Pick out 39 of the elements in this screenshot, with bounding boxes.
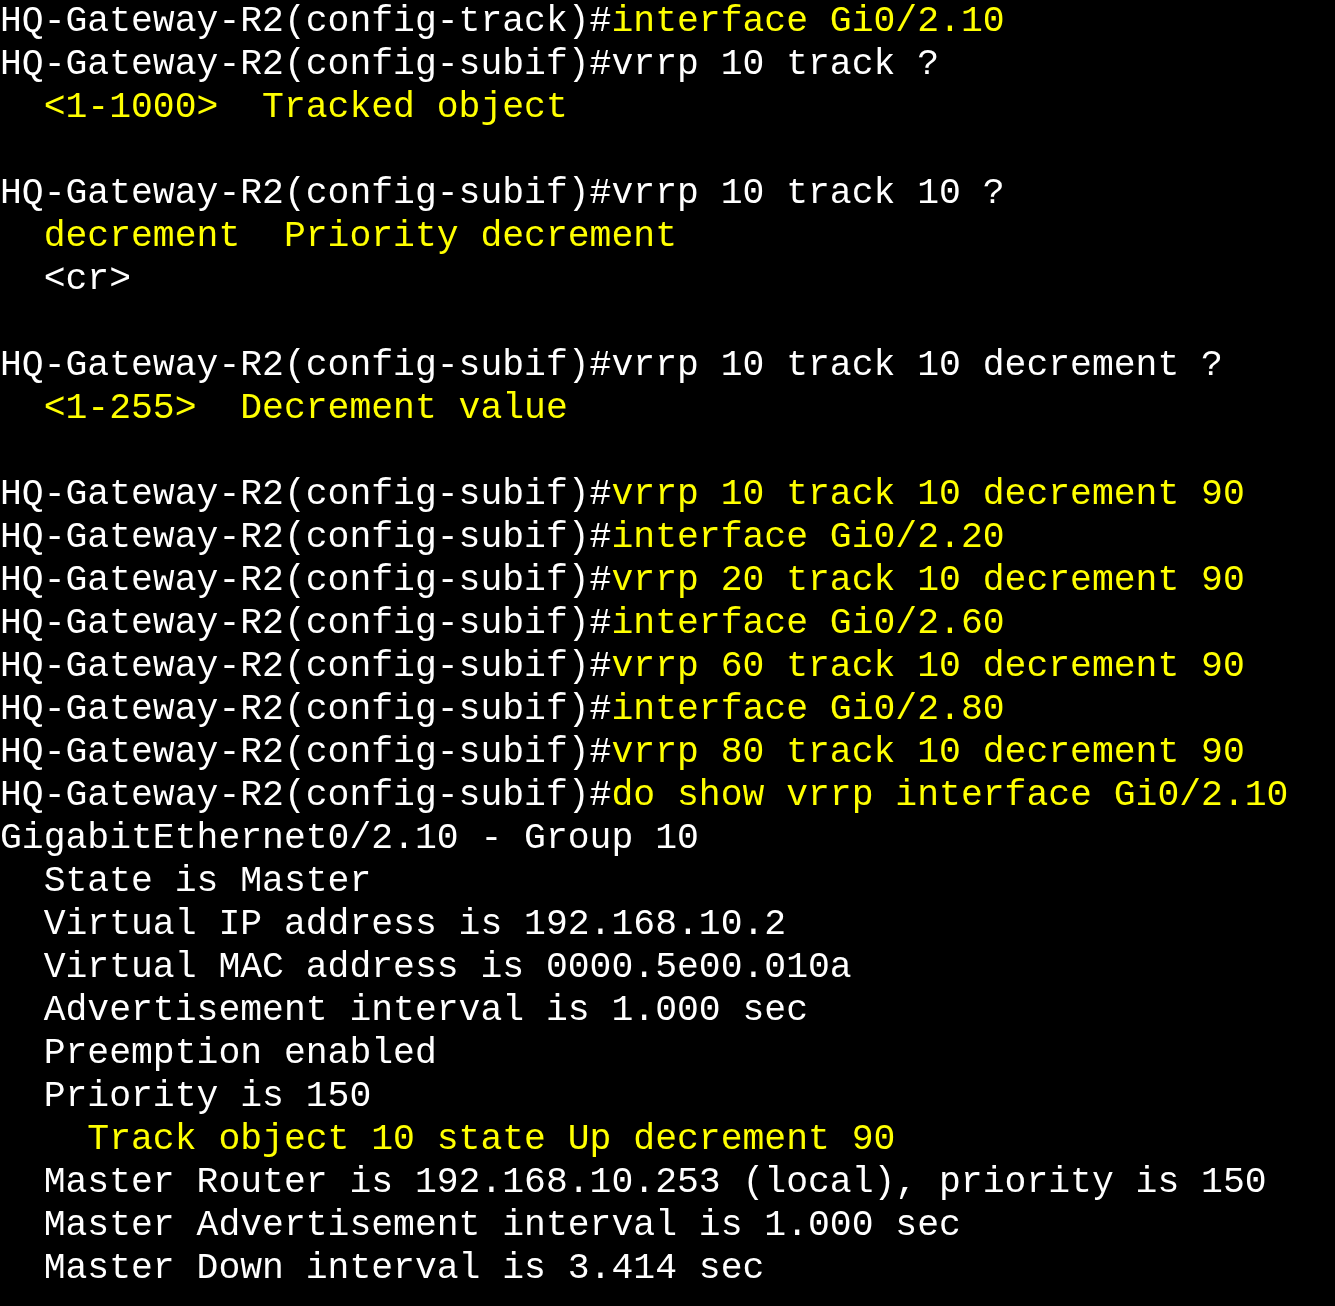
- output-text: Master Router is 192.168.10.253 (local), priority is 150: [42, 1162, 1267, 1203]
- command-text: vrrp 10 track ?: [611, 44, 940, 85]
- output-text: State is Master: [42, 861, 372, 902]
- prompt-text: HQ-Gateway-R2(config-subif)#: [0, 173, 612, 214]
- command-text: vrrp 10 track 10 ?: [611, 173, 1005, 214]
- prompt-text: HQ-Gateway-R2(config-subif)#: [0, 732, 612, 773]
- prompt-text: HQ-Gateway-R2(config-subif)#: [0, 474, 612, 515]
- output-text: <1-1000> Tracked object: [42, 87, 568, 128]
- output-text: Preemption enabled: [42, 1033, 437, 1074]
- command-text: interface Gi0/2.10: [611, 1, 1005, 42]
- prompt-text: HQ-Gateway-R2(config-subif)#: [0, 517, 612, 558]
- command-text: vrrp 20 track 10 decrement 90: [611, 560, 1245, 601]
- command-text: vrrp 10 track 10 decrement ?: [611, 345, 1223, 386]
- command-text: interface Gi0/2.80: [611, 689, 1005, 730]
- output-text: Master Down interval is 3.414 sec: [42, 1248, 765, 1289]
- output-text: Track object 10 state Up decrement 90: [86, 1119, 896, 1160]
- command-text: interface Gi0/2.60: [611, 603, 1005, 644]
- output-text: Virtual IP address is 192.168.10.2: [42, 904, 787, 945]
- output-text: Virtual MAC address is 0000.5e00.010a: [42, 947, 852, 988]
- command-text: vrrp 80 track 10 decrement 90: [611, 732, 1245, 773]
- command-text: vrrp 60 track 10 decrement 90: [611, 646, 1245, 687]
- prompt-text: HQ-Gateway-R2(config-subif)#: [0, 44, 612, 85]
- output-text: <cr>: [42, 259, 132, 300]
- output-text: decrement Priority decrement: [42, 216, 677, 257]
- prompt-text: HQ-Gateway-R2(config-track)#: [0, 1, 612, 42]
- output-text: Master Advertisement interval is 1.000 sec: [42, 1205, 961, 1246]
- prompt-text: HQ-Gateway-R2(config-subif)#: [0, 646, 612, 687]
- command-text: do show vrrp interface Gi0/2.10: [611, 775, 1289, 816]
- prompt-text: HQ-Gateway-R2(config-subif)#: [0, 603, 612, 644]
- prompt-text: HQ-Gateway-R2(config-subif)#: [0, 689, 612, 730]
- prompt-text: HQ-Gateway-R2(config-subif)#: [0, 775, 612, 816]
- command-text: vrrp 10 track 10 decrement 90: [611, 474, 1245, 515]
- prompt-text: HQ-Gateway-R2(config-subif)#: [0, 560, 612, 601]
- command-text: interface Gi0/2.20: [611, 517, 1005, 558]
- output-text: Priority is 150: [42, 1076, 372, 1117]
- output-text: <1-255> Decrement value: [42, 388, 568, 429]
- prompt-text: HQ-Gateway-R2(config-subif)#: [0, 345, 612, 386]
- output-text: GigabitEthernet0/2.10 - Group 10: [0, 818, 699, 859]
- output-text: Advertisement interval is 1.000 sec: [42, 990, 808, 1031]
